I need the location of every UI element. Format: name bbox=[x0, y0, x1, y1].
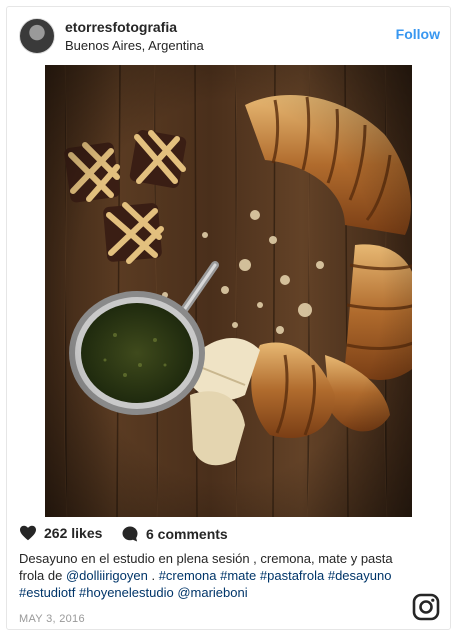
instagram-logo-icon[interactable] bbox=[412, 593, 440, 626]
caption-tag-link[interactable]: @marieboni bbox=[177, 585, 247, 600]
comments-group[interactable]: 6 comments bbox=[121, 525, 228, 543]
heart-icon[interactable] bbox=[19, 525, 37, 541]
post-actions: 262 likes 6 comments bbox=[19, 525, 439, 547]
comment-icon[interactable] bbox=[121, 525, 139, 543]
caption-tag-link[interactable]: @dolliirigoyen bbox=[66, 568, 148, 583]
instagram-embed-card: etorresfotografia Buenos Aires, Argentin… bbox=[6, 6, 451, 630]
location[interactable]: Buenos Aires, Argentina bbox=[65, 38, 204, 53]
post-caption: Desayuno en el estudio en plena sesión ,… bbox=[19, 550, 414, 601]
caption-tag-link[interactable]: #pastafrola bbox=[260, 568, 324, 583]
caption-tag-link[interactable]: #mate bbox=[220, 568, 256, 583]
caption-tag-link[interactable]: #hoyenelestudio bbox=[79, 585, 174, 600]
post-header: etorresfotografia Buenos Aires, Argentin… bbox=[7, 7, 450, 65]
username[interactable]: etorresfotografia bbox=[65, 19, 177, 35]
comments-count[interactable]: 6 comments bbox=[146, 526, 228, 542]
caption-tag-link[interactable]: #estudiotf bbox=[19, 585, 75, 600]
caption-text: . bbox=[147, 568, 159, 583]
likes-count[interactable]: 262 likes bbox=[44, 525, 102, 541]
post-date: MAY 3, 2016 bbox=[19, 613, 85, 625]
breakfast-photo-image bbox=[45, 65, 412, 517]
follow-button[interactable]: Follow bbox=[396, 26, 440, 42]
likes-group[interactable]: 262 likes bbox=[19, 525, 102, 541]
caption-tag-link[interactable]: #desayuno bbox=[328, 568, 392, 583]
caption-tag-link[interactable]: #cremona bbox=[159, 568, 217, 583]
post-photo[interactable] bbox=[45, 65, 412, 517]
avatar[interactable] bbox=[19, 18, 55, 54]
